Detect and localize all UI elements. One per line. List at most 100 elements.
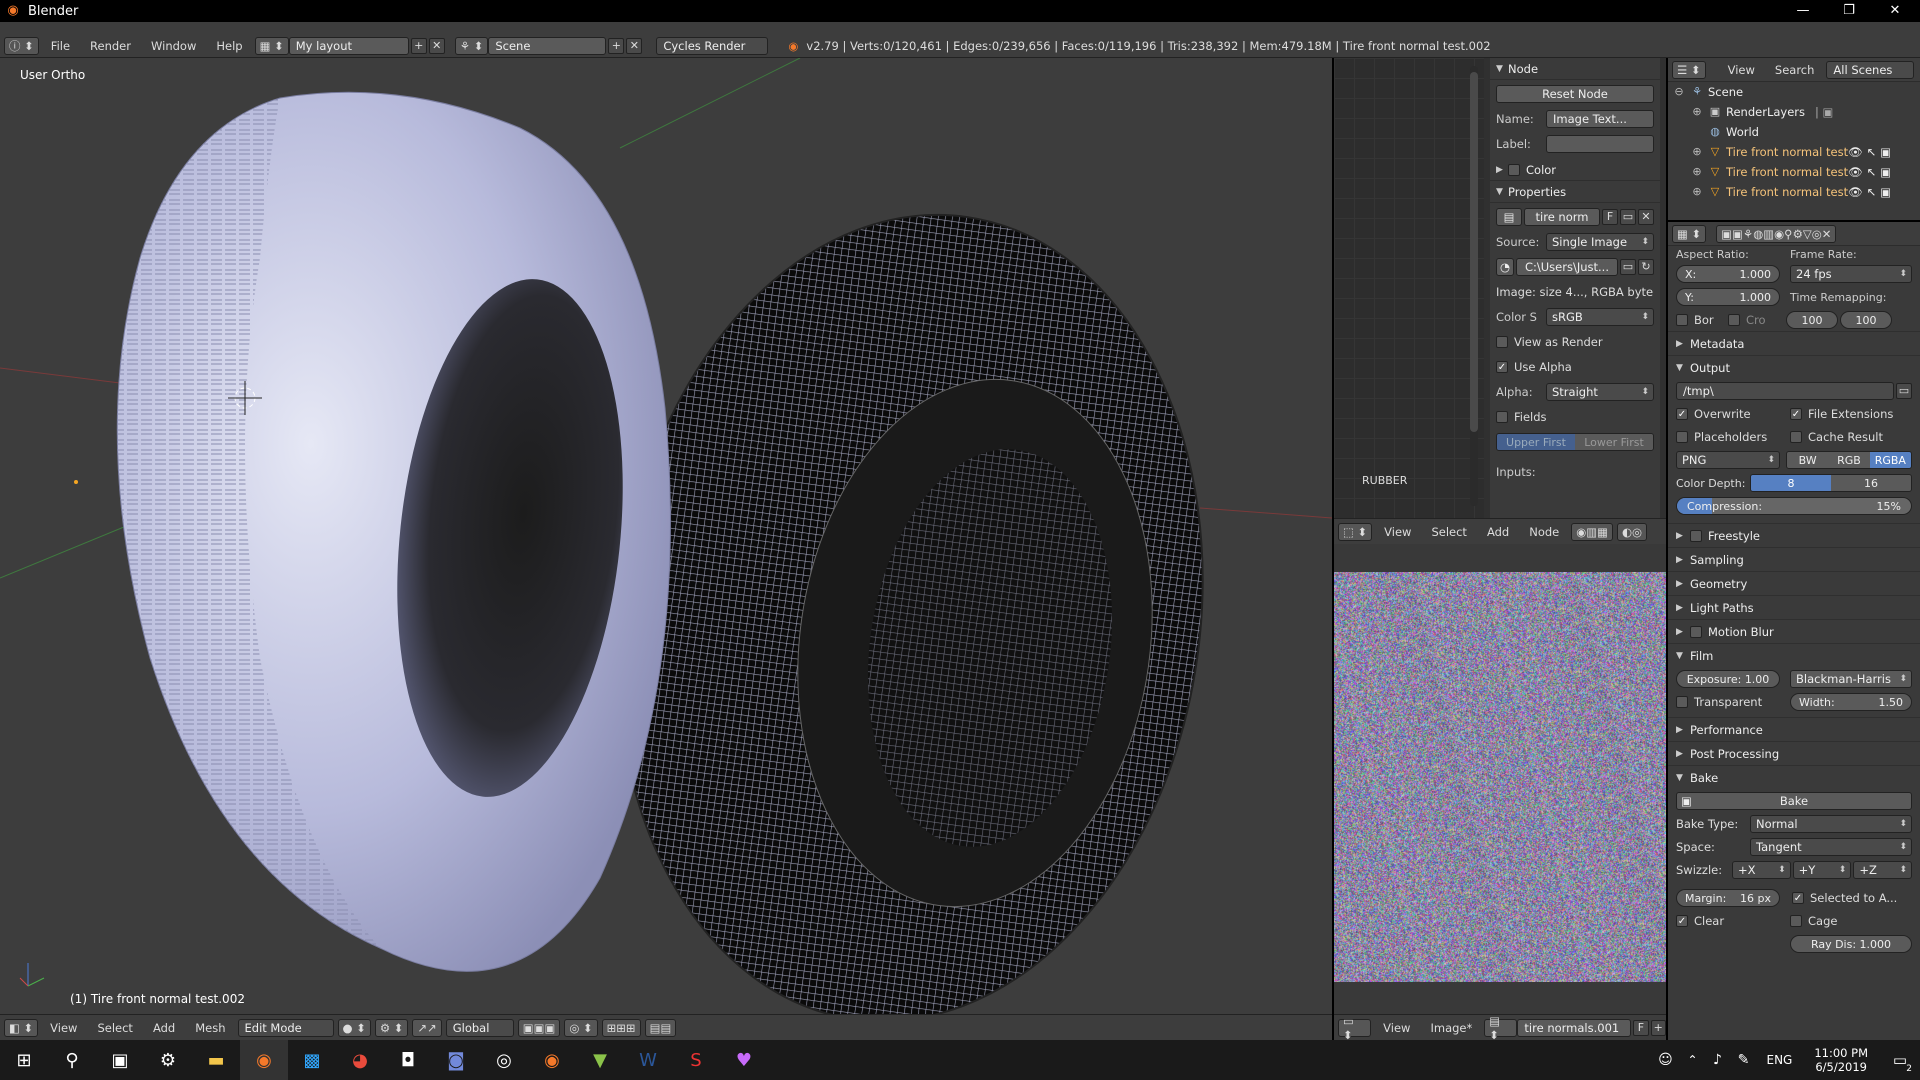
aspect-y-field[interactable]: Y: 1.000	[1676, 288, 1780, 306]
orientation-dropdown[interactable]: Global	[445, 1018, 514, 1037]
vpn-icon[interactable]: ▼	[576, 1040, 624, 1080]
freestyle-section[interactable]: ▶ Freestyle	[1668, 523, 1920, 547]
filter-width-field[interactable]: Width: 1.50	[1790, 693, 1912, 711]
alpha-dropdown[interactable]: Straight	[1546, 383, 1654, 401]
scene-field[interactable]: Scene	[488, 36, 607, 55]
aspect-x-field[interactable]: X: 1.000	[1676, 265, 1780, 283]
motion-blur-section[interactable]: ▶ Motion Blur	[1668, 619, 1920, 643]
source-dropdown[interactable]: Single Image	[1546, 233, 1654, 251]
menu-add[interactable]: Add	[145, 1021, 183, 1035]
fields-row[interactable]: Fields	[1490, 406, 1660, 428]
chevron-up-icon[interactable]: ⌃	[1680, 1040, 1704, 1080]
folder-icon[interactable]: ▭	[1896, 383, 1912, 399]
cache-result-checkbox[interactable]	[1790, 431, 1802, 443]
menu-node[interactable]: Node	[1521, 525, 1567, 539]
folder-icon[interactable]: ▭	[1620, 259, 1636, 275]
color-mode-rgba[interactable]: RGBA	[1869, 452, 1911, 468]
remap-old-field[interactable]: 100	[1786, 311, 1838, 329]
bake-type-dropdown[interactable]: Normal	[1750, 815, 1912, 833]
margin-field[interactable]: Margin: 16 px	[1676, 889, 1780, 907]
cage-checkbox[interactable]	[1790, 915, 1802, 927]
color-depth-16[interactable]: 16	[1831, 475, 1911, 491]
pixel-filter-dropdown[interactable]: Blackman-Harris	[1790, 670, 1912, 688]
fake-user-button[interactable]: F	[1633, 1019, 1649, 1036]
swizzle-r-dropdown[interactable]: +X	[1732, 861, 1791, 879]
node-scrollbar[interactable]	[1470, 66, 1478, 506]
output-path-field[interactable]: /tmp\	[1676, 382, 1894, 400]
blender-icon[interactable]: ◉	[528, 1040, 576, 1080]
clock[interactable]: 11:00 PM 6/5/2019	[1814, 1046, 1868, 1074]
use-alpha-row[interactable]: ✓ Use Alpha	[1490, 356, 1660, 378]
menu-add[interactable]: Add	[1479, 525, 1517, 539]
settings-icon[interactable]: ⚙	[144, 1040, 192, 1080]
editor-type-button[interactable]: ◧ ⬍	[4, 1018, 39, 1037]
language-indicator[interactable]: ENG	[1766, 1053, 1792, 1067]
camera-icon[interactable]: ▣	[1880, 165, 1891, 179]
close-icon[interactable]: ✕	[1638, 209, 1654, 225]
post-processing-section[interactable]: ▶ Post Processing	[1668, 741, 1920, 765]
cursor-icon[interactable]: ↖	[1867, 165, 1877, 179]
menu-image[interactable]: Image*	[1422, 1021, 1480, 1035]
node-name-field[interactable]: Image Text...	[1546, 110, 1654, 128]
outliner-item-world[interactable]: ◍ World	[1668, 122, 1920, 142]
layout-icon[interactable]: ▦ ⬍	[254, 36, 289, 55]
blender-app-icon[interactable]: ◉	[240, 1040, 288, 1080]
fields-checkbox[interactable]	[1496, 411, 1508, 423]
add-image-icon[interactable]: +	[1650, 1019, 1666, 1036]
reload-icon[interactable]: ↻	[1638, 259, 1654, 275]
remap-new-field[interactable]: 100	[1840, 311, 1892, 329]
menu-select[interactable]: Select	[1423, 525, 1474, 539]
swizzle-g-dropdown[interactable]: +Y	[1792, 861, 1852, 879]
menu-render[interactable]: Render	[82, 39, 139, 53]
image-name-field[interactable]: tire normals.001	[1517, 1018, 1632, 1037]
eye-icon[interactable]: 👁	[1848, 185, 1863, 199]
bake-button[interactable]: ▣ Bake	[1676, 792, 1912, 810]
editor-type-button[interactable]: ☰ ⬍	[1672, 60, 1706, 79]
windows-start-icon[interactable]: ⊞	[0, 1040, 48, 1080]
image-browse-icon[interactable]: ▤ ⬍	[1484, 1014, 1518, 1042]
editor-type-button[interactable]: ⓘ ⬍	[4, 36, 39, 55]
menu-mesh[interactable]: Mesh	[187, 1021, 233, 1035]
ray-distance-field[interactable]: Ray Dis: 1.000	[1790, 935, 1912, 953]
node-tree-type-buttons[interactable]: ◉▥▦	[1571, 522, 1613, 541]
menu-select[interactable]: Select	[89, 1021, 140, 1035]
render-buttons[interactable]: ▤▤	[644, 1018, 677, 1037]
task-view-icon[interactable]: ▣	[96, 1040, 144, 1080]
compression-slider[interactable]: Compression: 15%	[1676, 497, 1912, 515]
colorspace-dropdown[interactable]: sRGB	[1546, 308, 1654, 326]
geometry-section[interactable]: ▶ Geometry	[1668, 571, 1920, 595]
menu-view[interactable]: View	[1376, 525, 1419, 539]
editor-type-button[interactable]: ▭ ⬍	[1338, 1014, 1372, 1042]
shading-button[interactable]: ● ⬍	[337, 1018, 371, 1037]
scene-icon[interactable]: ⚘ ⬍	[454, 36, 489, 55]
fake-user-button[interactable]: F	[1602, 209, 1618, 225]
node-editor[interactable]: RUBBER ▼ Node Reset Node Name: Image Text.…	[1334, 58, 1666, 518]
motion-blur-checkbox[interactable]	[1690, 625, 1702, 638]
photoshop-icon[interactable]: ▩	[288, 1040, 336, 1080]
substance-icon[interactable]: S	[672, 1040, 720, 1080]
placeholders-checkbox[interactable]	[1676, 431, 1688, 443]
render-engine-dropdown[interactable]: Cycles Render	[656, 36, 769, 55]
menu-help[interactable]: Help	[208, 39, 250, 53]
minimize-button[interactable]: —	[1780, 0, 1826, 22]
outliner-item-object[interactable]: ⊕ ▽ Tire front normal test.0 👁 ↖ ▣	[1668, 142, 1920, 162]
mode-dropdown[interactable]: Edit Mode	[237, 1018, 334, 1037]
node-panel-header[interactable]: ▼ Node	[1490, 58, 1660, 80]
film-section[interactable]: ▼ Film	[1668, 643, 1920, 667]
editor-type-button[interactable]: ⬚ ⬍	[1338, 522, 1373, 541]
view-as-render-checkbox[interactable]	[1496, 336, 1508, 348]
remove-scene-icon[interactable]: ✕	[626, 37, 643, 54]
swizzle-b-dropdown[interactable]: +Z	[1853, 861, 1913, 879]
menu-view[interactable]: View	[1720, 63, 1763, 77]
file-format-dropdown[interactable]: PNG	[1676, 451, 1780, 469]
volume-icon[interactable]: ♪	[1704, 1040, 1730, 1080]
performance-section[interactable]: ▶ Performance	[1668, 717, 1920, 741]
obs-icon[interactable]: ◎	[480, 1040, 528, 1080]
color-depth-8[interactable]: 8	[1751, 475, 1831, 491]
snap-button[interactable]: ⊞⊞⊞	[601, 1018, 641, 1037]
close-button[interactable]: ✕	[1872, 0, 1918, 22]
3d-viewport[interactable]: User Ortho (1) Tire front normal test.00…	[0, 58, 1332, 1014]
clear-checkbox[interactable]: ✓	[1676, 915, 1688, 927]
editor-type-button[interactable]: ▦ ⬍	[1672, 224, 1707, 243]
use-alpha-checkbox[interactable]: ✓	[1496, 361, 1508, 373]
